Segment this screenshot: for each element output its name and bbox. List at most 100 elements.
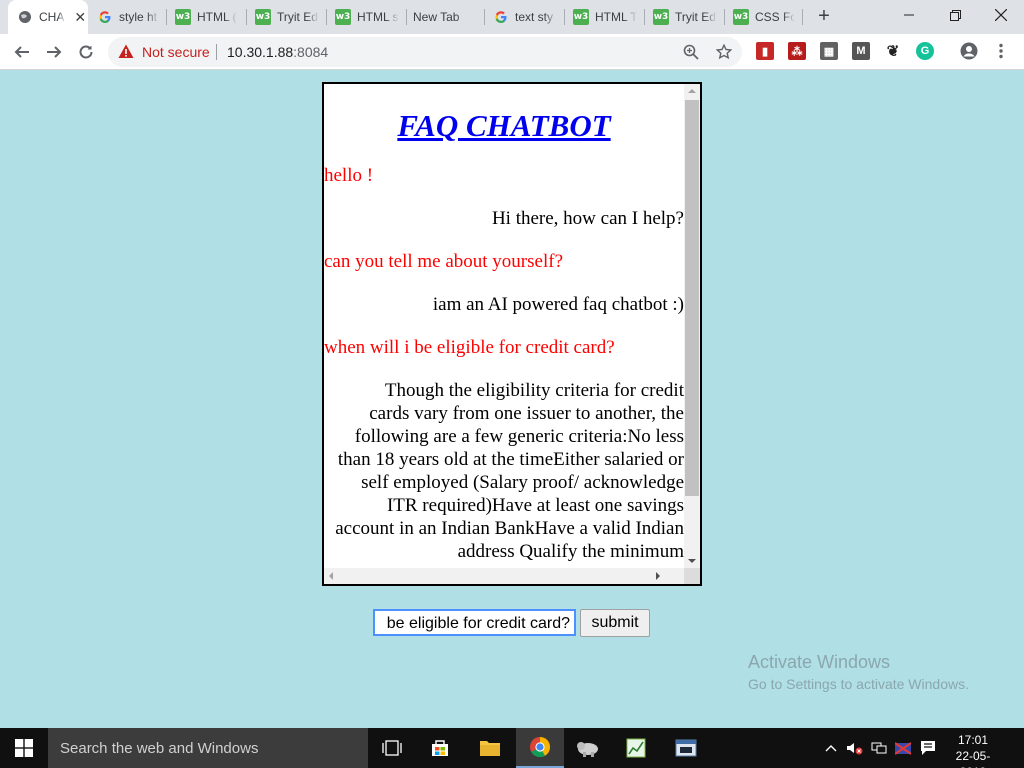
close-tab-icon[interactable]: ✕	[72, 9, 88, 26]
scroll-down-icon[interactable]	[688, 559, 696, 563]
cubes-extension-icon[interactable]: ▦	[820, 42, 838, 60]
address-bar[interactable]: Not secure 10.30.1.88:8084	[108, 37, 742, 67]
store-icon[interactable]	[416, 728, 464, 768]
terminal-window-icon[interactable]	[662, 728, 710, 768]
tab-item[interactable]: w3 HTML T	[566, 0, 644, 34]
tab-separator	[724, 9, 725, 25]
tab-item[interactable]: style ht	[90, 0, 162, 34]
tab-title: HTML s	[357, 10, 399, 24]
volume-muted-icon[interactable]	[844, 728, 866, 768]
taskbar-search[interactable]: Search the web and Windows	[48, 728, 368, 768]
w3schools-icon: w3	[175, 9, 191, 25]
tab-item[interactable]: w3 HTML s	[328, 0, 406, 34]
tab-separator	[246, 9, 247, 25]
tab-separator	[326, 9, 327, 25]
tab-chatbot[interactable]: CHA ✕	[8, 0, 88, 34]
action-center-icon[interactable]	[916, 728, 940, 768]
show-hidden-icons-icon[interactable]	[822, 728, 840, 768]
pdf-extension-icon[interactable]: ⁂	[788, 42, 806, 60]
tab-title: New Tab	[413, 10, 460, 24]
star-icon[interactable]	[715, 43, 733, 61]
url-host: 10.30.1.88	[227, 44, 294, 60]
user-message: when will i be eligible for credit card?	[324, 337, 615, 358]
chat-window: FAQ CHATBOT hello ! Hi there, how can I …	[322, 82, 702, 586]
warning-icon[interactable]	[118, 44, 134, 64]
minimize-button[interactable]	[886, 0, 932, 30]
file-explorer-icon[interactable]	[466, 728, 514, 768]
w3schools-icon: w3	[255, 9, 271, 25]
tab-title: HTML (	[197, 10, 237, 24]
filmstrip-extension-icon[interactable]: ▮	[756, 42, 774, 60]
clock-date: 22-05-2019	[955, 749, 991, 768]
tab-item[interactable]: w3 CSS Fo	[726, 0, 802, 34]
tab-title: HTML T	[595, 10, 637, 24]
tab-item[interactable]: w3 Tryit Ed	[646, 0, 724, 34]
w3schools-icon: w3	[733, 9, 749, 25]
tab-title: text sty	[515, 10, 554, 24]
language-flag-icon[interactable]	[892, 728, 914, 768]
windows-icon	[15, 739, 33, 757]
m-extension-icon[interactable]: M	[852, 42, 870, 60]
grammarly-extension-icon[interactable]: G	[916, 42, 934, 60]
back-button[interactable]	[10, 40, 34, 64]
tab-separator	[644, 9, 645, 25]
globe-icon	[17, 9, 33, 25]
scroll-up-icon[interactable]	[688, 89, 696, 93]
tab-separator	[802, 9, 803, 25]
close-window-button[interactable]	[978, 0, 1024, 30]
forward-button[interactable]	[42, 40, 66, 64]
bot-message: iam an AI powered faq chatbot :)	[432, 294, 684, 315]
horizontal-scrollbar[interactable]	[324, 568, 684, 584]
vertical-scrollbar[interactable]	[684, 84, 700, 568]
user-message: hello !	[324, 165, 374, 186]
watermark-subtitle: Go to Settings to activate Windows.	[748, 676, 969, 692]
start-button[interactable]	[0, 728, 48, 768]
tab-strip: CHA ✕ style ht w3 HTML ( w3 Tryit Ed w3 …	[0, 0, 1024, 34]
tab-item[interactable]: w3 Tryit Ed	[248, 0, 326, 34]
message-input[interactable]	[373, 609, 576, 636]
profile-icon[interactable]	[960, 42, 978, 60]
reload-button[interactable]	[74, 40, 98, 64]
scrollbar-corner	[684, 568, 700, 584]
google-icon	[493, 9, 509, 25]
bot-message: Hi there, how can I help?	[491, 208, 684, 229]
watermark-title: Activate Windows	[748, 652, 891, 672]
app-animal-icon[interactable]	[564, 728, 612, 768]
divider	[216, 44, 217, 60]
tab-separator	[406, 9, 407, 25]
new-tab-button[interactable]: +	[813, 5, 835, 27]
network-icon[interactable]	[868, 728, 890, 768]
w3schools-icon: w3	[653, 9, 669, 25]
tab-item[interactable]: text sty	[486, 0, 564, 34]
zoom-icon[interactable]	[682, 43, 700, 61]
scroll-left-icon[interactable]	[329, 572, 333, 580]
bot-message: Though the eligibility criteria for cred…	[335, 380, 684, 562]
tab-item[interactable]: New Tab	[408, 0, 484, 34]
notepad-chart-icon[interactable]	[612, 728, 660, 768]
submit-button[interactable]: submit	[580, 609, 650, 637]
chat-log[interactable]: FAQ CHATBOT hello ! Hi there, how can I …	[324, 84, 684, 568]
tab-separator	[166, 9, 167, 25]
browser-toolbar: Not secure 10.30.1.88:8084 ▮ ⁂ ▦ M ❦ G	[0, 34, 1024, 70]
tab-title: Tryit Ed	[277, 10, 318, 24]
url-port: :8084	[293, 44, 329, 60]
tab-separator	[484, 9, 485, 25]
security-label[interactable]: Not secure	[142, 44, 210, 60]
user-message: can you tell me about yourself?	[324, 251, 564, 272]
tab-title: Tryit Ed	[675, 10, 716, 24]
tab-title: CHA	[39, 10, 65, 24]
tab-title: CSS Fo	[755, 10, 795, 24]
scroll-thumb[interactable]	[685, 100, 699, 496]
chat-title[interactable]: FAQ CHATBOT	[324, 108, 684, 144]
menu-icon[interactable]	[992, 42, 1010, 60]
task-view-icon[interactable]	[368, 728, 416, 768]
w3schools-icon: w3	[573, 9, 589, 25]
tab-item[interactable]: w3 HTML (	[168, 0, 246, 34]
scroll-right-icon[interactable]	[656, 572, 660, 580]
chrome-taskbar-icon[interactable]	[516, 728, 564, 768]
taskbar-clock[interactable]: 17:01 22-05-2019	[944, 732, 1002, 768]
feather-extension-icon[interactable]: ❦	[884, 42, 902, 60]
tab-separator	[564, 9, 565, 25]
restore-button[interactable]	[932, 0, 978, 30]
url-text[interactable]: 10.30.1.88:8084	[227, 44, 328, 60]
